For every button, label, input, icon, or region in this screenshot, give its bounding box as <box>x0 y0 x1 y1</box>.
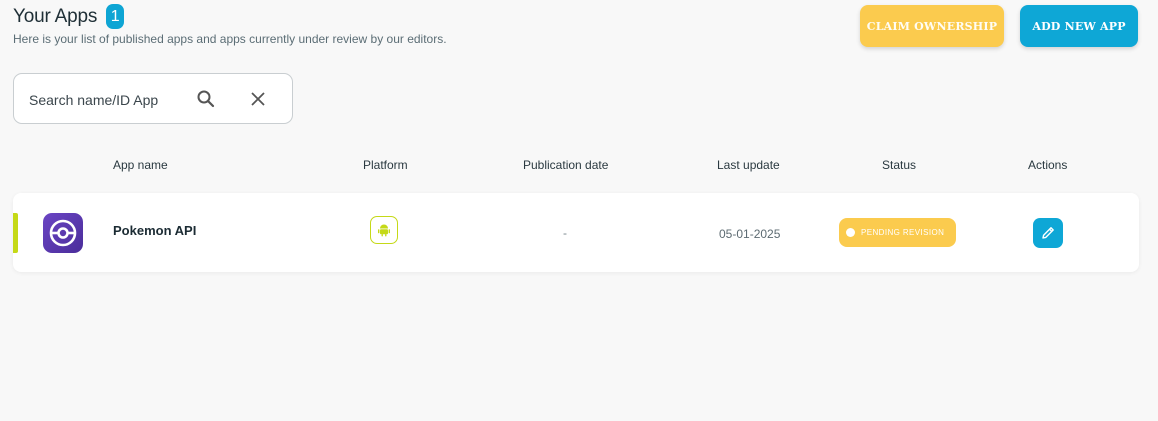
page-subtitle: Here is your list of published apps and … <box>13 32 447 46</box>
pokeball-icon <box>49 219 77 247</box>
column-header-app-name: App name <box>113 158 168 172</box>
add-new-app-button[interactable]: ADD NEW APP <box>1020 5 1138 47</box>
platform-badge <box>370 216 398 244</box>
edit-button[interactable] <box>1033 218 1063 248</box>
page-title: Your Apps <box>13 5 98 27</box>
app-name[interactable]: Pokemon API <box>113 223 196 238</box>
column-header-status: Status <box>882 158 917 172</box>
row-accent-bar <box>13 213 18 253</box>
claim-ownership-button[interactable]: CLAIM OWNERSHIP <box>860 5 1004 47</box>
status-badge: PENDING REVISION <box>839 218 956 247</box>
last-update: 05-01-2025 <box>719 227 781 241</box>
app-icon <box>43 213 83 253</box>
column-header-platform: Platform <box>363 158 408 172</box>
android-icon <box>378 224 390 237</box>
column-header-publication-date: Publication date <box>523 158 609 172</box>
search-box <box>13 73 293 124</box>
search-icon[interactable] <box>196 89 216 109</box>
app-count-badge: 1 <box>106 4 125 29</box>
column-header-last-update: Last update <box>717 158 780 172</box>
search-input[interactable] <box>27 88 191 112</box>
pencil-icon <box>1042 227 1054 239</box>
publication-date: - <box>563 226 567 240</box>
column-header-actions: Actions <box>1028 158 1068 172</box>
status-dot-icon <box>846 228 855 237</box>
close-icon[interactable] <box>250 91 266 107</box>
table-row: Pokemon API - 05-01-2025 PENDING REVISIO… <box>13 193 1139 272</box>
page-header: Your Apps 1 Here is your list of publish… <box>13 4 447 46</box>
status-label: PENDING REVISION <box>861 228 945 237</box>
